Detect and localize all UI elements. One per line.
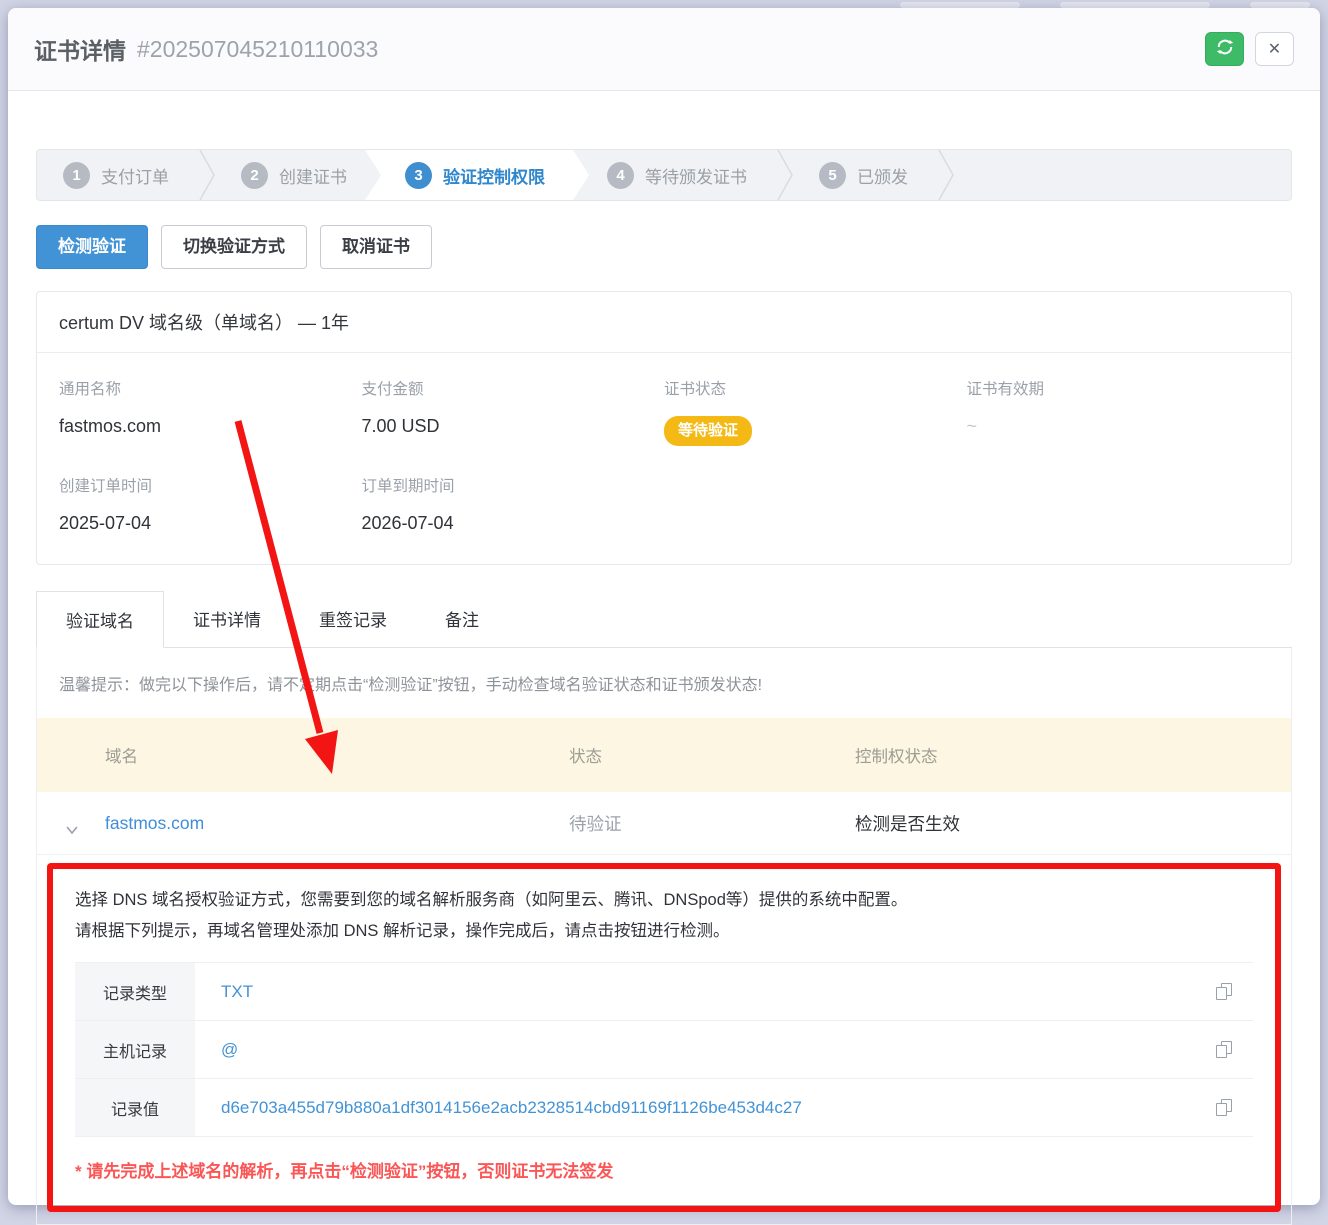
info-field: 创建订单时间 2025-07-04 [59, 474, 362, 534]
step-separator-icon [777, 150, 793, 200]
modal-header: 证书详情 #202507045210110033 ✕ [8, 8, 1320, 91]
status-badge: 等待验证 [664, 416, 752, 446]
dns-warning-text: * 请先完成上述域名的解析，再点击“检测验证”按钮，否则证书无法签发 [75, 1157, 1253, 1182]
domain-row: fastmos.com 待验证检测是否生效 [37, 792, 1291, 855]
dns-record-row: 主机记录@ [75, 1021, 1253, 1079]
tab-验证域名[interactable]: 验证域名 [36, 591, 164, 648]
copy-icon [1216, 983, 1233, 1001]
certificate-info-grid: 通用名称fastmos.com支付金额7.00 USD证书状态等待验证证书有效期… [37, 353, 1291, 564]
field-value: fastmos.com [59, 416, 161, 436]
control-status: 检测是否生效 [827, 811, 1291, 836]
domain-col-header: 状态 [537, 743, 827, 767]
step-label: 等待颁发证书 [645, 163, 747, 188]
dns-record-label: 记录值 [75, 1079, 195, 1136]
field-label: 订单到期时间 [362, 474, 665, 496]
refresh-icon [1215, 37, 1235, 62]
page-title: 证书详情 [34, 32, 126, 66]
switch-verify-method-button[interactable]: 切换验证方式 [161, 225, 307, 269]
dns-instructions: 选择 DNS 域名授权验证方式，您需要到您的域名解析服务商（如阿里云、腾讯、DN… [75, 885, 1253, 947]
tab-row: 验证域名证书详情重签记录备注 [36, 591, 1292, 648]
copy-button[interactable] [1195, 963, 1253, 1020]
dns-record-label: 主机记录 [75, 1021, 195, 1078]
annotation-red-box: 选择 DNS 域名授权验证方式，您需要到您的域名解析服务商（如阿里云、腾讯、DN… [47, 863, 1281, 1212]
detect-verify-button[interactable]: 检测验证 [36, 225, 148, 269]
dns-record-row: 记录类型TXT [75, 963, 1253, 1021]
wizard-step-5: 5 已颁发 [793, 150, 938, 200]
product-title: certum DV 域名级（单域名） — 1年 [37, 292, 1291, 353]
field-label: 证书有效期 [967, 377, 1270, 399]
copy-button[interactable] [1195, 1079, 1253, 1136]
modal-body: 1 支付订单 2 创建证书 3 验证控制权限 4 等待颁发证书 5 已颁发 检测验证 切换验证方式… [8, 91, 1320, 1225]
field-value: 2026-07-04 [362, 513, 454, 533]
field-label: 支付金额 [362, 377, 665, 399]
step-separator-icon [199, 150, 215, 200]
wizard-step-3: 3 验证控制权限 [365, 150, 589, 200]
chevron-down-icon[interactable] [65, 819, 79, 840]
wizard-step-1: 1 支付订单 [37, 150, 199, 200]
refresh-button[interactable] [1205, 32, 1244, 66]
close-button[interactable]: ✕ [1255, 32, 1294, 66]
step-label: 验证控制权限 [443, 163, 545, 188]
domain-table-header: 域名状态控制权状态 [37, 718, 1291, 792]
step-label: 已颁发 [857, 163, 908, 188]
copy-button[interactable] [1195, 1021, 1253, 1078]
certificate-detail-modal: 证书详情 #202507045210110033 ✕ 1 支付订单 2 创建证书 3 验证… [8, 8, 1320, 1205]
field-value: ~ [967, 416, 978, 436]
tab-content: 温馨提示：做完以下操作后，请不定期点击“检测验证”按钮，手动检查域名验证状态和证… [36, 648, 1292, 1225]
actions-row: 检测验证 切换验证方式 取消证书 [36, 225, 1292, 269]
dns-instruction-line1: 选择 DNS 域名授权验证方式，您需要到您的域名解析服务商（如阿里云、腾讯、DN… [75, 885, 1253, 916]
dns-record-label: 记录类型 [75, 963, 195, 1020]
step-number-badge: 1 [63, 162, 90, 189]
order-number: #202507045210110033 [137, 36, 378, 63]
field-label: 创建订单时间 [59, 474, 362, 496]
dns-instruction-line2: 请根据下列提示，再域名管理处添加 DNS 解析记录，操作完成后，请点击按钮进行检… [75, 916, 1253, 947]
info-field: 证书状态等待验证 [664, 377, 967, 446]
step-number-badge: 2 [241, 162, 268, 189]
dns-record-value: d6e703a455d79b880a1df3014156e2acb2328514… [195, 1079, 1195, 1136]
step-wizard: 1 支付订单 2 创建证书 3 验证控制权限 4 等待颁发证书 5 已颁发 [36, 149, 1292, 201]
step-number-badge: 5 [819, 162, 846, 189]
info-field: 支付金额 7.00 USD [362, 377, 665, 446]
copy-icon [1216, 1041, 1233, 1059]
tab-备注[interactable]: 备注 [416, 591, 508, 647]
domain-col-header: 域名 [37, 743, 537, 767]
info-field: 通用名称 fastmos.com [59, 377, 362, 446]
close-icon: ✕ [1268, 39, 1281, 59]
domain-table-rows: fastmos.com 待验证检测是否生效 [37, 792, 1291, 855]
field-label: 通用名称 [59, 377, 362, 399]
field-label: 证书状态 [664, 377, 967, 399]
step-number-badge: 3 [405, 162, 432, 189]
field-value: 2025-07-04 [59, 513, 151, 533]
info-field: 证书有效期 ~ [967, 377, 1270, 446]
dns-record-value: @ [195, 1021, 1195, 1078]
notice-text: 温馨提示：做完以下操作后，请不定期点击“检测验证”按钮，手动检查域名验证状态和证… [37, 648, 1291, 718]
dns-record-row: 记录值d6e703a455d79b880a1df3014156e2acb2328… [75, 1079, 1253, 1137]
step-label: 创建证书 [279, 163, 347, 188]
tab-证书详情[interactable]: 证书详情 [164, 591, 290, 647]
field-value: 7.00 USD [362, 416, 440, 436]
info-field: 订单到期时间 2026-07-04 [362, 474, 665, 534]
tab-重签记录[interactable]: 重签记录 [290, 591, 416, 647]
dns-record-table: 记录类型TXT主机记录@记录值d6e703a455d79b880a1df3014… [75, 962, 1253, 1137]
domain-link[interactable]: fastmos.com [105, 813, 204, 833]
tabs-panel: 验证域名证书详情重签记录备注 温馨提示：做完以下操作后，请不定期点击“检测验证”… [36, 591, 1292, 1225]
copy-icon [1216, 1099, 1233, 1117]
wizard-step-4: 4 等待颁发证书 [581, 150, 777, 200]
dns-record-value: TXT [195, 963, 1195, 1020]
domain-status: 待验证 [537, 811, 827, 836]
wizard-step-2: 2 创建证书 [215, 150, 377, 200]
certificate-info-card: certum DV 域名级（单域名） — 1年 通用名称 fastmos.com 支… [36, 291, 1292, 565]
cancel-certificate-button[interactable]: 取消证书 [320, 225, 432, 269]
step-label: 支付订单 [101, 163, 169, 188]
step-separator-icon [938, 150, 954, 200]
step-number-badge: 4 [607, 162, 634, 189]
domain-col-header: 控制权状态 [827, 743, 1291, 767]
header-actions: ✕ [1205, 32, 1294, 66]
